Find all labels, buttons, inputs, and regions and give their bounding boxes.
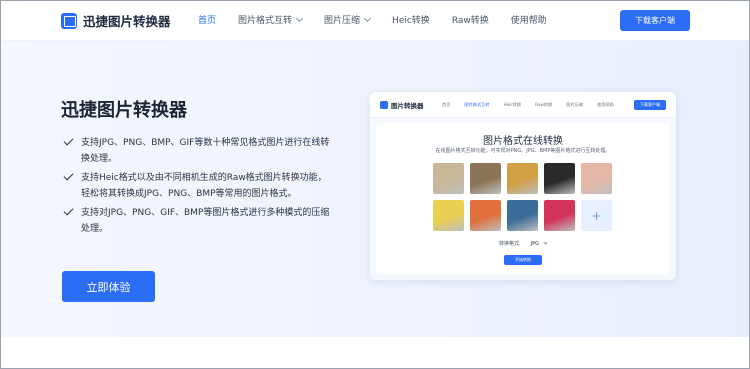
image-logo-icon [380,101,388,109]
preview-download-button: 下载客户端 [634,100,666,110]
preview-nav: 首页 图片格式互转 Heic转换 Raw转换 图片压缩 使用帮助 [442,102,628,108]
feature-item: 支持对JPG、PNG、GIF、BMP等图片格式进行多种模式的压缩处理。 [63,205,333,237]
preview-thumbnail [470,163,501,194]
feature-item: 支持JPG、PNG、BMP、GIF等数十种常见格式图片进行在线转换处理。 [63,135,333,167]
nav-help[interactable]: 使用帮助 [511,13,547,26]
site-header: 迅捷图片转换器 首页 图片格式互转 图片压缩 Heic转换 Raw转换 使用帮助… [1,1,749,41]
hero-section: 迅捷图片转换器 支持JPG、PNG、BMP、GIF等数十种常见格式图片进行在线转… [1,41,749,337]
nav-help-label: 使用帮助 [510,16,547,26]
site-logo[interactable]: 迅捷图片转换器 [61,11,171,30]
preview-thumbnail [581,163,612,194]
format-value: JPG [530,241,540,247]
image-logo-icon [61,12,77,29]
preview-thumbnail-grid: + [433,163,615,231]
preview-format-row: 转换格式: JPG [376,240,670,247]
nav-home-label: 首页 [198,16,217,26]
preview-nav-item: 图片压缩 [566,102,584,107]
product-preview: 图片转换器 首页 图片格式互转 Heic转换 Raw转换 图片压缩 使用帮助 下… [370,92,676,280]
feature-text: 支持Heic格式以及由不同相机生成的Raw格式图片转换功能，轻松将其转换成JPG… [81,173,327,199]
preview-nav-item: Heic转换 [503,102,522,107]
try-now-button[interactable]: 立即体验 [62,271,155,302]
preview-nav-item: 使用帮助 [597,102,614,107]
preview-thumbnail [544,163,575,194]
nav-format-convert-label: 图片格式互转 [238,16,293,26]
preview-start-button: 开始转换 [504,255,542,265]
preview-header: 图片转换器 首页 图片格式互转 Heic转换 Raw转换 图片压缩 使用帮助 下… [370,92,676,118]
nav-image-compress-label: 图片压缩 [324,16,361,26]
preview-nav-item: 图片格式互转 [464,102,490,107]
preview-thumbnail [507,200,538,231]
preview-subtitle: 在线图片格式互转功能，可实现对PNG、JPG、BMP等图片格式进行互转处理。 [435,148,611,154]
feature-item: 支持Heic格式以及由不同相机生成的Raw格式图片转换功能，轻松将其转换成JPG… [63,170,333,202]
download-client-button[interactable]: 下载客户端 [620,10,690,31]
nav-heic[interactable]: Heic转换 [392,13,430,26]
brand-name: 迅捷图片转换器 [83,14,171,29]
browser-frame: 迅捷图片转换器 首页 图片格式互转 图片压缩 Heic转换 Raw转换 使用帮助… [0,0,750,369]
nav-format-convert[interactable]: 图片格式互转 [238,13,304,26]
chevron-down-icon [364,14,372,22]
preview-brand: 图片转换器 [391,102,424,110]
nav-raw[interactable]: Raw转换 [452,13,489,26]
main-nav: 首页 图片格式互转 图片压缩 Heic转换 Raw转换 使用帮助 [198,13,547,26]
hero-title: 迅捷图片转换器 [61,100,187,121]
check-icon [63,205,74,216]
nav-raw-label: Raw转换 [451,16,489,26]
chevron-down-icon [295,14,304,22]
preview-nav-item: 首页 [442,102,451,107]
feature-text: 支持对JPG、PNG、GIF、BMP等图片格式进行多种模式的压缩处理。 [81,208,330,234]
preview-thumbnail [433,200,464,231]
nav-heic-label: Heic转换 [392,16,430,26]
preview-thumbnail [544,200,575,231]
preview-logo: 图片转换器 [380,100,424,110]
plus-icon: + [581,200,612,231]
preview-nav-item: Raw转换 [535,102,553,107]
preview-thumbnail [470,200,501,231]
feature-text: 支持JPG、PNG、BMP、GIF等数十种常见格式图片进行在线转换处理。 [81,138,330,164]
preview-thumbnail [507,163,538,194]
chevron-down-icon [543,240,548,245]
preview-title: 图片格式在线转换 [483,136,563,147]
nav-image-compress[interactable]: 图片压缩 [324,13,372,26]
preview-thumbnail [433,163,464,194]
preview-panel: 图片格式在线转换 在线图片格式互转功能，可实现对PNG、JPG、BMP等图片格式… [376,123,670,274]
check-icon [63,170,74,181]
nav-home[interactable]: 首页 [198,13,216,26]
format-label: 转换格式: [498,241,521,247]
check-icon [63,135,74,146]
feature-list: 支持JPG、PNG、BMP、GIF等数十种常见格式图片进行在线转换处理。 支持H… [63,135,333,240]
